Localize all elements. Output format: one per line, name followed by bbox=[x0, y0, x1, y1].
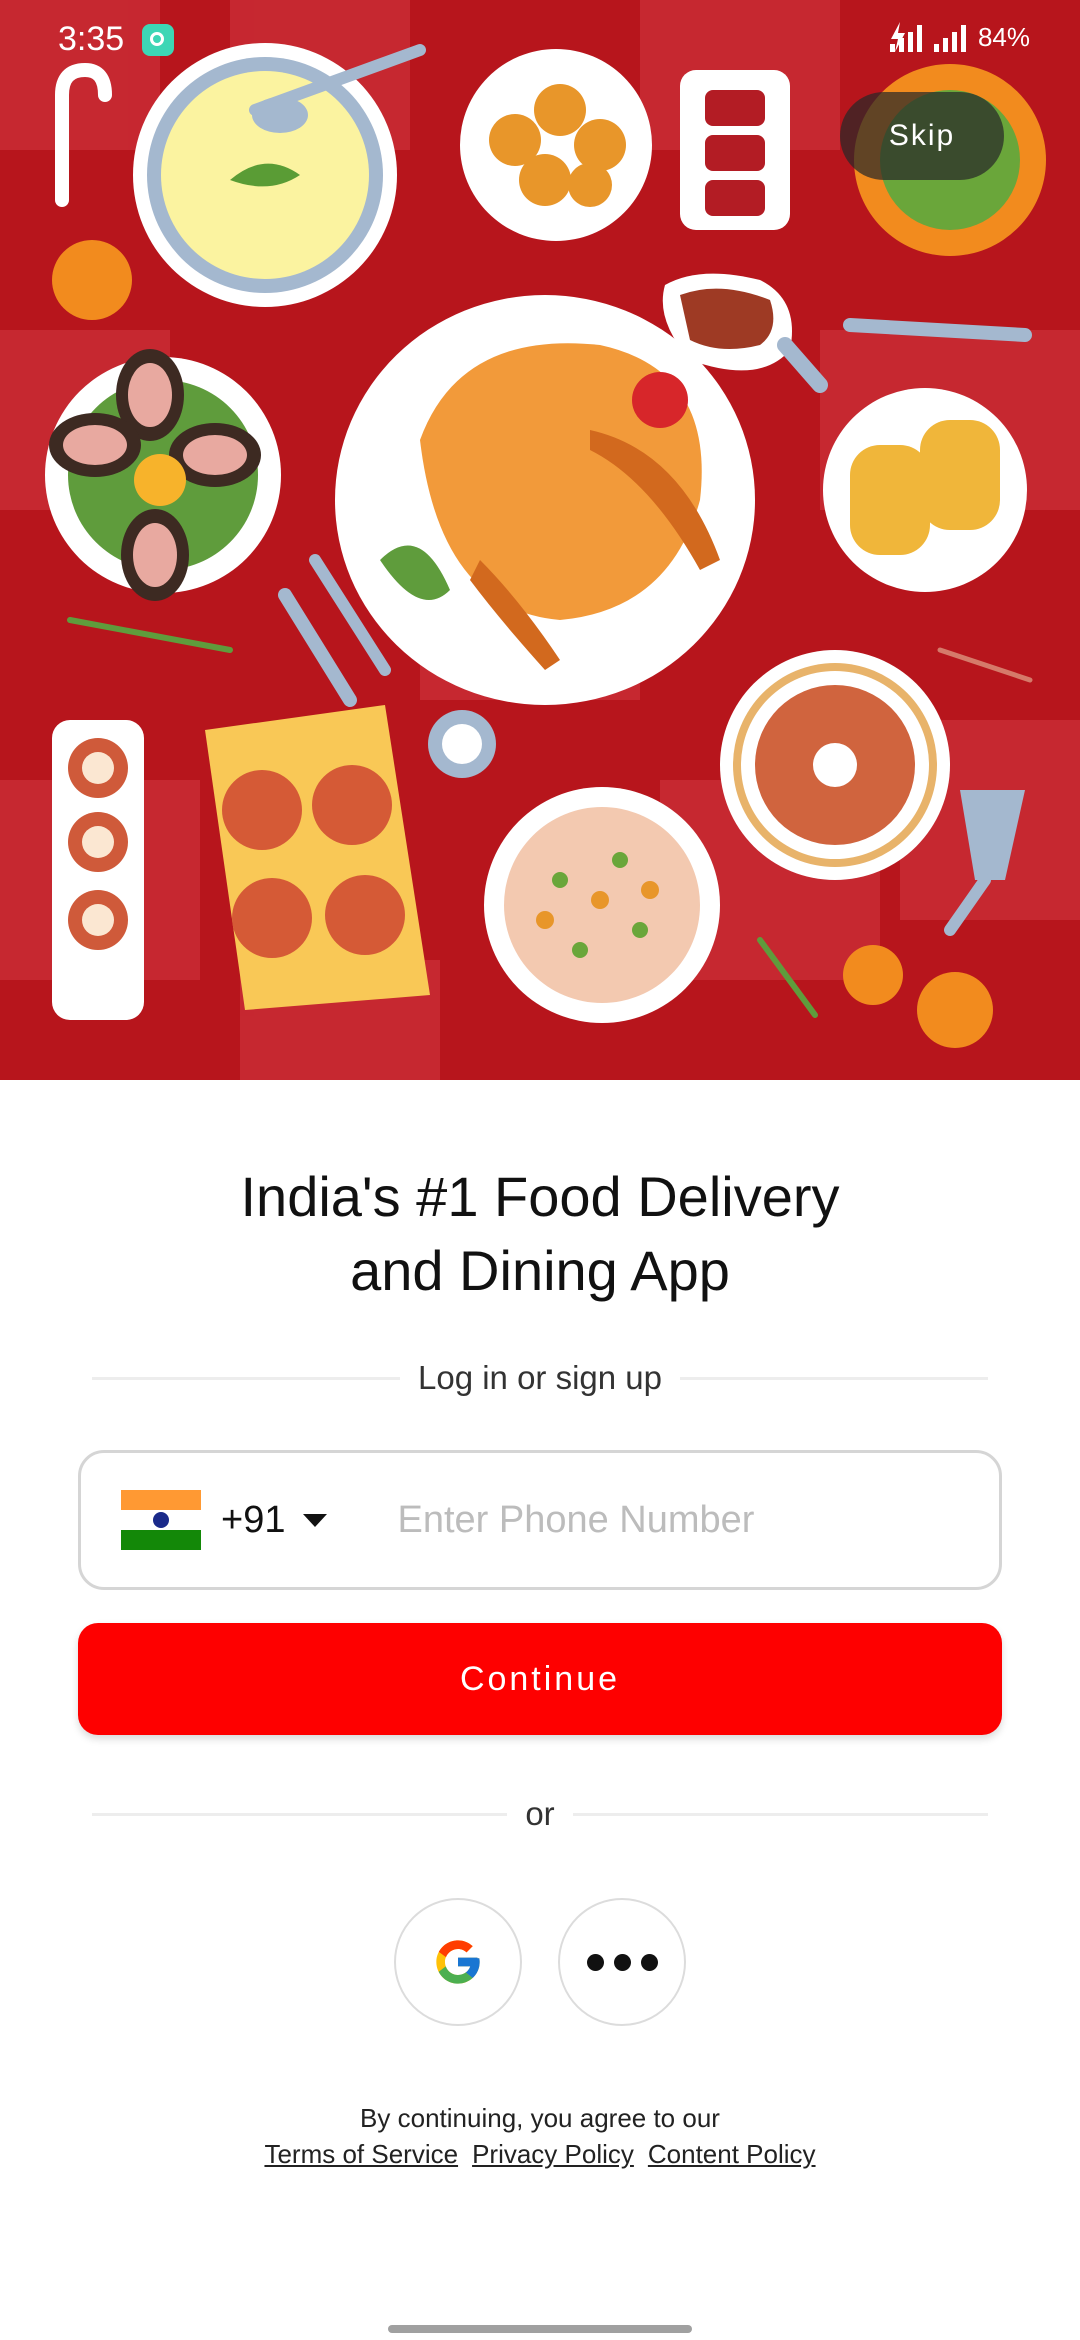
headline-line-1: India's #1 Food Delivery bbox=[240, 1165, 840, 1228]
more-dots-icon bbox=[586, 1953, 658, 1971]
skip-button[interactable]: Skip bbox=[840, 92, 1004, 180]
phone-input-box: +91 Enter Phone Number bbox=[78, 1450, 1002, 1590]
more-options-button[interactable] bbox=[558, 1898, 686, 2026]
continue-button[interactable]: Continue bbox=[78, 1623, 1002, 1735]
headline: India's #1 Food Delivery and Dining App bbox=[0, 1160, 1080, 1308]
divider-line-left bbox=[92, 1376, 400, 1380]
or-line-left bbox=[92, 1812, 508, 1816]
charging-icon bbox=[890, 22, 905, 52]
notification-app-icon bbox=[142, 24, 174, 56]
country-dropdown-icon[interactable] bbox=[303, 1513, 328, 1527]
google-icon bbox=[436, 1940, 480, 1984]
status-right: 84% bbox=[889, 22, 1030, 53]
hero-illustration: 3:35 84% Skip bbox=[0, 0, 1080, 1080]
or-divider: or bbox=[92, 1790, 988, 1838]
legal-links: Terms of Service Privacy Policy Content … bbox=[0, 2136, 1080, 2172]
headline-line-2: and Dining App bbox=[350, 1239, 730, 1302]
legal-intro: By continuing, you agree to our bbox=[360, 2103, 720, 2133]
india-flag-icon[interactable] bbox=[121, 1490, 201, 1550]
content-policy-link[interactable]: Content Policy bbox=[648, 2136, 816, 2172]
home-indicator[interactable] bbox=[388, 2325, 692, 2333]
login-divider-label: Log in or sign up bbox=[418, 1359, 663, 1396]
or-line-right bbox=[572, 1812, 988, 1816]
phone-number-input[interactable]: Enter Phone Number bbox=[397, 1499, 999, 1542]
privacy-policy-link[interactable]: Privacy Policy bbox=[472, 2136, 634, 2172]
status-time: 3:35 bbox=[58, 20, 125, 58]
divider-line-right bbox=[680, 1376, 989, 1380]
terms-of-service-link[interactable]: Terms of Service bbox=[264, 2136, 458, 2172]
status-bar: 3:35 84% bbox=[0, 0, 1080, 80]
country-code[interactable]: +91 bbox=[221, 1499, 285, 1542]
cell-signal-icon bbox=[933, 24, 966, 52]
google-signin-button[interactable] bbox=[394, 1898, 522, 2026]
legal-text: By continuing, you agree to our Terms of… bbox=[0, 2100, 1080, 2172]
or-label: or bbox=[525, 1795, 555, 1832]
battery-level: 84% bbox=[977, 22, 1030, 52]
login-divider: Log in or sign up bbox=[92, 1354, 989, 1402]
